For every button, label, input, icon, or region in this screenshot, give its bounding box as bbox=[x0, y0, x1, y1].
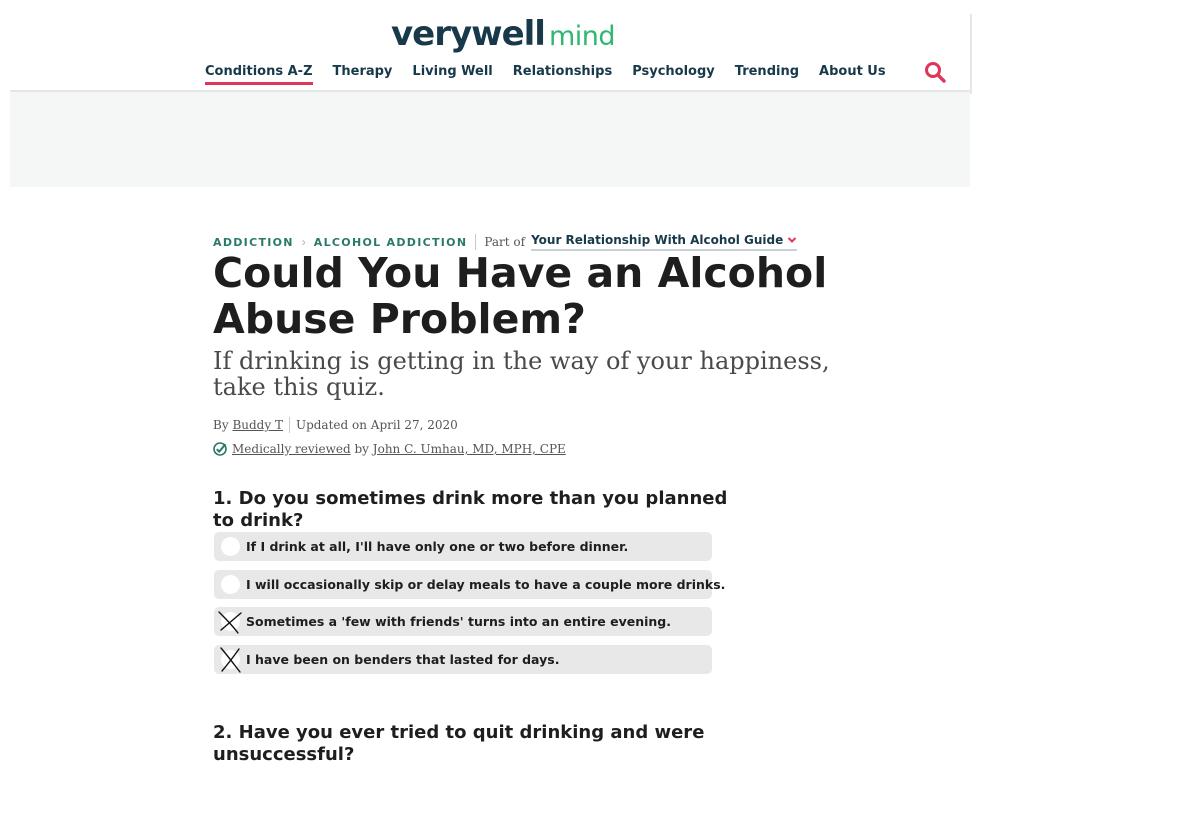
answer-option-label: I will occasionally skip or delay meals … bbox=[246, 576, 726, 592]
main-nav: Conditions A-Z Therapy Living Well Relat… bbox=[205, 64, 906, 85]
part-of-label: Part of bbox=[484, 235, 526, 249]
nav-psychology[interactable]: Psychology bbox=[632, 64, 715, 85]
radio-button[interactable] bbox=[221, 537, 240, 556]
question-1: 1. Do you sometimes drink more than you … bbox=[213, 488, 728, 531]
answer-option-label: Sometimes a 'few with friends' turns int… bbox=[246, 614, 671, 629]
page: verywell mind Conditions A-Z Therapy Liv… bbox=[10, 14, 972, 834]
logo-wordmark: verywell bbox=[391, 14, 546, 54]
chevron-down-icon bbox=[788, 237, 797, 243]
logo-subbrand: mind bbox=[548, 21, 616, 52]
byline-by: By bbox=[213, 418, 229, 432]
byline-divider bbox=[288, 417, 290, 433]
breadcrumb-divider bbox=[475, 234, 477, 250]
reviewer-link[interactable]: John C. Umhau, MD, MPH, CPE bbox=[373, 442, 566, 456]
updated-date: Updated on April 27, 2020 bbox=[295, 418, 458, 432]
article-subtitle: If drinking is getting in the way of you… bbox=[213, 347, 830, 401]
review-by: by bbox=[354, 442, 369, 456]
site-logo[interactable]: verywell mind bbox=[391, 14, 616, 58]
nav-therapy[interactable]: Therapy bbox=[333, 64, 393, 85]
author-link[interactable]: Buddy T bbox=[232, 418, 283, 432]
answer-option[interactable]: If I drink at all, I'll have only one or… bbox=[214, 532, 712, 561]
nav-relationships[interactable]: Relationships bbox=[513, 64, 612, 85]
byline: By Buddy T Updated on April 27, 2020 bbox=[213, 417, 458, 433]
answer-option[interactable]: Sometimes a 'few with friends' turns int… bbox=[214, 607, 712, 636]
search-icon[interactable] bbox=[924, 61, 946, 83]
x-mark-icon bbox=[220, 646, 241, 673]
medically-reviewed-link[interactable]: Medically reviewed bbox=[232, 442, 351, 456]
radio-button[interactable] bbox=[221, 574, 240, 594]
answer-option-label: If I drink at all, I'll have only one or… bbox=[246, 539, 629, 554]
breadcrumb-addiction[interactable]: ADDICTION bbox=[213, 236, 294, 249]
breadcrumb-alcohol-addiction[interactable]: ALCOHOL ADDICTION bbox=[314, 236, 468, 249]
nav-about-us[interactable]: About Us bbox=[819, 64, 886, 85]
nav-conditions-az[interactable]: Conditions A-Z bbox=[205, 64, 313, 85]
medical-review: Medically reviewed by John C. Umhau, MD,… bbox=[213, 442, 566, 456]
answer-option[interactable]: I have been on benders that lasted for d… bbox=[214, 644, 712, 674]
question-1-options: If I drink at all, I'll have only one or… bbox=[214, 532, 725, 682]
guide-link-label: Your Relationship With Alcohol Guide bbox=[531, 233, 784, 247]
answer-option-label: I have been on benders that lasted for d… bbox=[246, 651, 560, 667]
answer-option[interactable]: I will occasionally skip or delay meals … bbox=[214, 569, 725, 599]
article-title: Could You Have an Alcohol Abuse Problem? bbox=[213, 249, 828, 343]
ad-banner-area bbox=[10, 92, 970, 187]
nav-living-well[interactable]: Living Well bbox=[412, 64, 492, 85]
checkmark-icon bbox=[213, 442, 227, 456]
nav-trending[interactable]: Trending bbox=[735, 64, 799, 85]
x-mark-icon bbox=[218, 611, 242, 634]
chevron-right-icon: › bbox=[301, 235, 306, 249]
page-edge bbox=[970, 14, 972, 94]
question-2: 2. Have you ever tried to quit drinking … bbox=[213, 722, 705, 765]
